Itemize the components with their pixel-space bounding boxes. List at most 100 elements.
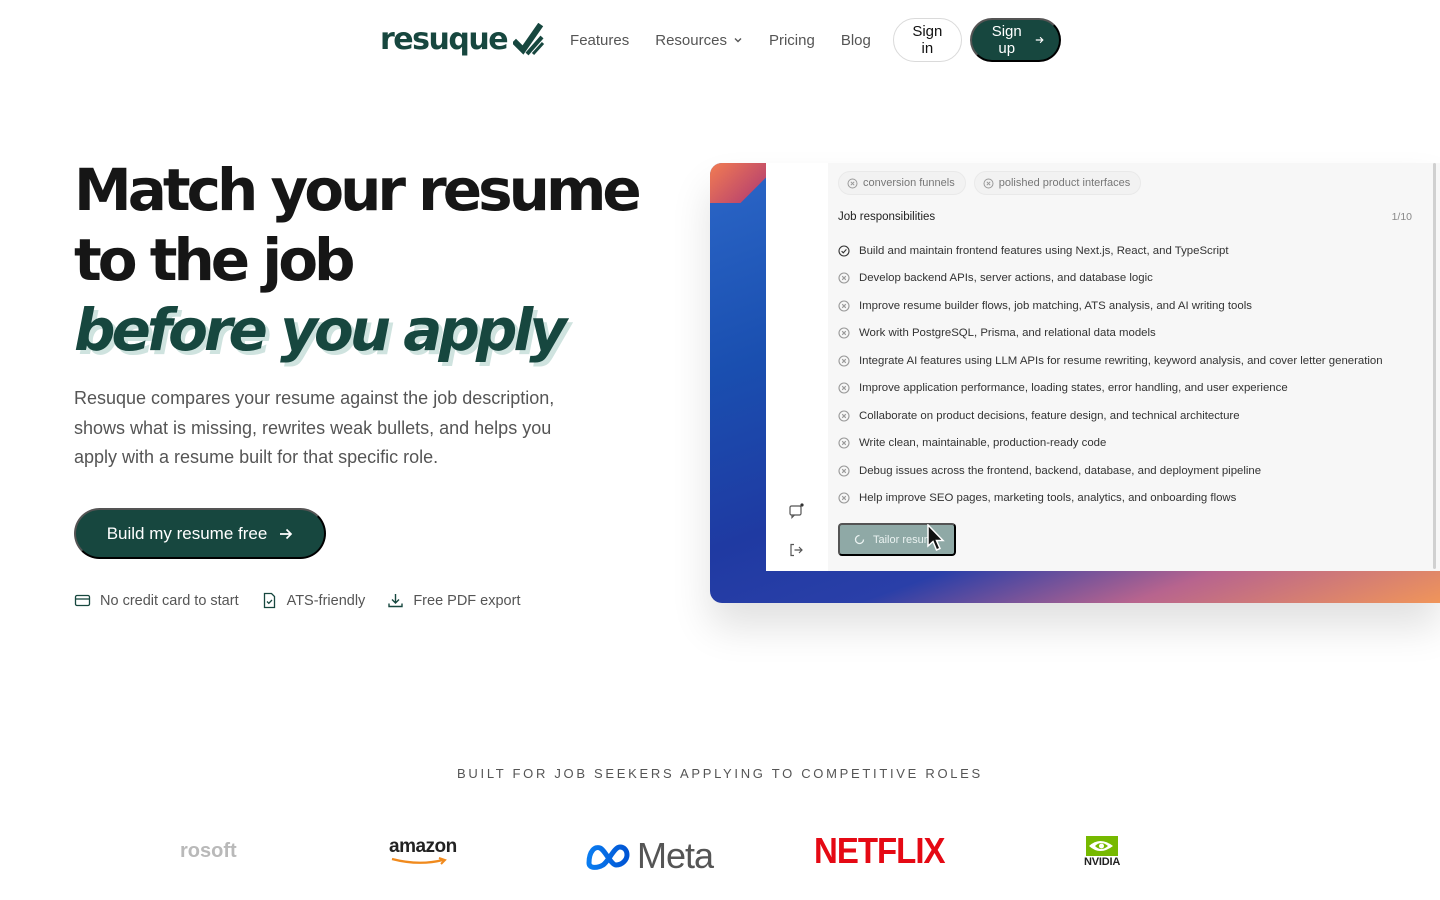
remove-circle-icon[interactable] <box>838 465 850 477</box>
remove-circle-icon[interactable] <box>847 178 858 189</box>
nav-link-features[interactable]: Features <box>570 32 629 49</box>
logo-text: resuque <box>380 22 509 57</box>
responsibility-text: Develop backend APIs, server actions, an… <box>859 272 1153 285</box>
meta-logo: Meta <box>585 835 714 876</box>
remove-circle-icon[interactable] <box>838 382 850 394</box>
amazon-smile-icon <box>391 857 447 865</box>
scrollbar[interactable] <box>1433 163 1436 569</box>
chevron-down-icon <box>734 38 742 43</box>
responsibility-item[interactable]: Improve application performance, loading… <box>838 375 1383 403</box>
nav-link-label: Features <box>570 31 630 49</box>
nav-links: Features Resources Pricing Blog <box>570 32 897 49</box>
meta-infinity-icon <box>586 844 630 870</box>
brand-label: NVIDIA <box>1084 856 1121 868</box>
responsibility-item[interactable]: Build and maintain frontend features usi… <box>838 237 1383 265</box>
loading-spinner-icon <box>854 534 865 545</box>
arrow-right-icon <box>1035 36 1044 44</box>
responsibility-item[interactable]: Help improve SEO pages, marketing tools,… <box>838 485 1383 513</box>
file-check-icon <box>263 592 275 609</box>
remove-circle-icon[interactable] <box>838 410 850 422</box>
skill-chip-label: conversion funnels <box>863 177 955 189</box>
nvidia-eye-icon <box>1086 836 1119 856</box>
remove-circle-icon[interactable] <box>838 437 850 449</box>
responsibility-item[interactable]: Debug issues across the frontend, backen… <box>838 457 1383 485</box>
sign-up-label: Sign up <box>991 23 1022 57</box>
logout-icon[interactable] <box>788 542 804 558</box>
remove-circle-icon[interactable] <box>838 300 850 312</box>
sign-in-label: Sign in <box>912 23 943 57</box>
check-circle-icon[interactable] <box>838 245 850 257</box>
brand-label: NETFLIX <box>814 830 945 871</box>
responsibility-text: Write clean, maintainable, production-re… <box>859 437 1107 450</box>
remove-circle-icon[interactable] <box>838 272 850 284</box>
responsibility-text: Integrate AI features using LLM APIs for… <box>859 354 1383 367</box>
responsibility-text: Debug issues across the frontend, backen… <box>859 464 1262 477</box>
perk-label: Free PDF export <box>413 592 521 609</box>
skill-chip-label: polished product interfaces <box>998 177 1131 189</box>
perk-free-pdf: Free PDF export <box>387 592 520 609</box>
section-title: Job responsibilities <box>838 211 936 223</box>
download-icon <box>388 594 404 608</box>
hero-title-accent: before you apply <box>74 296 567 364</box>
netflix-logo: NETFLIX <box>814 830 945 872</box>
perk-no-credit-card: No credit card to start <box>74 592 239 609</box>
responsibility-item[interactable]: Collaborate on product decisions, featur… <box>838 402 1383 430</box>
perk-label: No credit card to start <box>100 592 239 609</box>
nav-link-label: Blog <box>840 31 871 49</box>
nav-link-label: Pricing <box>768 31 815 49</box>
responsibility-item[interactable]: Work with PostgreSQL, Prisma, and relati… <box>838 320 1383 348</box>
top-nav: resuque Features Resources Pricing Blog … <box>380 18 1061 62</box>
brand-label: rosoft <box>180 840 237 862</box>
responsibility-item[interactable]: Integrate AI features using LLM APIs for… <box>838 347 1383 375</box>
credit-card-icon <box>74 594 91 607</box>
remove-circle-icon[interactable] <box>838 355 850 367</box>
hero-title-line2: to the job <box>74 226 356 294</box>
responsibility-item[interactable]: Write clean, maintainable, production-re… <box>838 430 1383 458</box>
remove-circle-icon[interactable] <box>838 327 850 339</box>
preview-content: conversion funnels polished product inte… <box>828 163 1440 571</box>
logos-heading: BUILT FOR JOB SEEKERS APPLYING TO COMPET… <box>457 766 983 781</box>
remove-circle-icon[interactable] <box>838 492 850 504</box>
microsoft-logo: rosoft <box>180 840 237 863</box>
hero-title-line1: Match your resume <box>74 156 642 224</box>
perk-label: ATS-friendly <box>286 592 366 609</box>
perk-ats-friendly: ATS-friendly <box>261 592 366 609</box>
sign-up-button[interactable]: Sign up <box>969 18 1061 62</box>
brand-label: Meta <box>637 835 714 876</box>
hero-description: Resuque compares your resume against the… <box>74 388 555 467</box>
nvidia-logo: NVIDIA <box>1084 836 1120 868</box>
logo[interactable]: resuque <box>380 18 545 62</box>
arrow-right-icon <box>280 528 293 539</box>
sign-in-button[interactable]: Sign in <box>892 18 962 62</box>
responsibility-text: Build and maintain frontend features usi… <box>859 244 1229 257</box>
product-preview: conversion funnels polished product inte… <box>710 163 1440 603</box>
mouse-cursor-icon <box>927 524 945 551</box>
nav-link-label: Resources <box>655 31 727 49</box>
build-resume-label: Build my resume free <box>106 523 268 543</box>
skill-chip[interactable]: conversion funnels <box>838 171 966 195</box>
responsibility-item[interactable]: Improve resume builder flows, job matchi… <box>838 292 1383 320</box>
preview-panel: conversion funnels polished product inte… <box>766 163 1440 571</box>
remove-circle-icon[interactable] <box>983 178 994 189</box>
skill-chip[interactable]: polished product interfaces <box>973 171 1142 195</box>
nav-link-resources[interactable]: Resources <box>655 32 743 49</box>
nav-link-blog[interactable]: Blog <box>841 32 871 49</box>
amazon-logo: amazon <box>389 837 457 865</box>
message-icon[interactable] <box>788 503 804 519</box>
logo-check-icon <box>513 23 545 56</box>
brand-label: amazon <box>389 836 457 857</box>
responsibility-item[interactable]: Develop backend APIs, server actions, an… <box>838 265 1383 293</box>
skill-chips: conversion funnels polished product inte… <box>838 171 1149 195</box>
responsibility-text: Help improve SEO pages, marketing tools,… <box>859 492 1237 505</box>
responsibility-text: Improve application performance, loading… <box>859 382 1288 395</box>
nav-link-pricing[interactable]: Pricing <box>769 32 815 49</box>
hero-title: Match your resume to the job before you … <box>74 155 642 365</box>
responsibility-text: Improve resume builder flows, job matchi… <box>859 299 1252 312</box>
responsibility-text: Work with PostgreSQL, Prisma, and relati… <box>859 327 1156 340</box>
build-resume-button[interactable]: Build my resume free <box>74 508 326 559</box>
perks-list: No credit card to start ATS-friendly Fre… <box>74 592 542 609</box>
responsibility-text: Collaborate on product decisions, featur… <box>859 409 1240 422</box>
preview-side-rail <box>766 163 828 571</box>
responsibilities-list: Build and maintain frontend features usi… <box>838 237 1383 512</box>
section-count: 1/10 <box>1391 211 1412 223</box>
